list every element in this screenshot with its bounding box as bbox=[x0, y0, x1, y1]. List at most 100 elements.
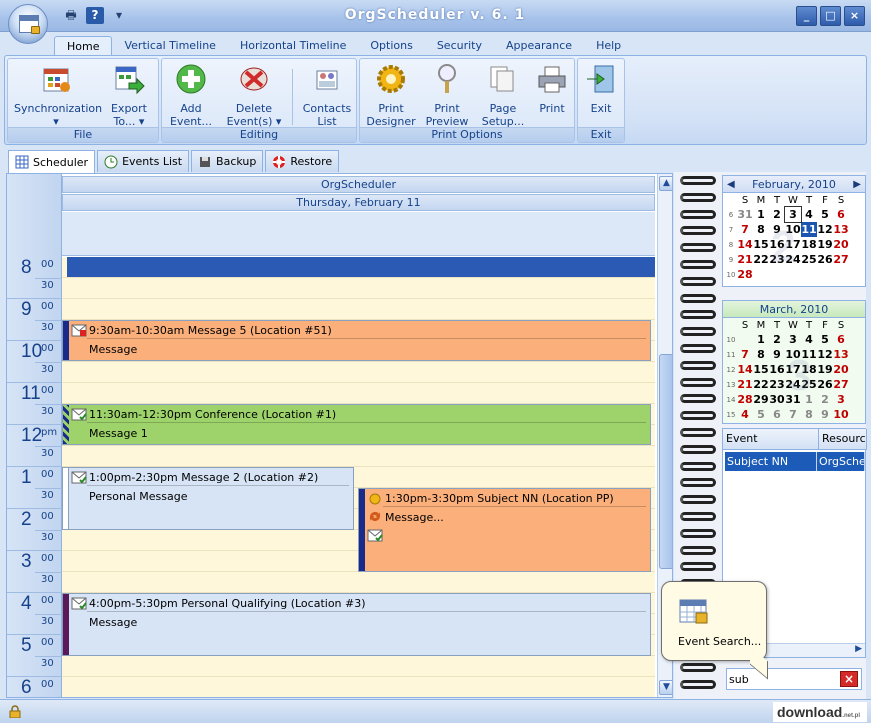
event-conference[interactable]: 11:30am-12:30pm Conference (Location #1)… bbox=[62, 404, 651, 445]
next-month-icon[interactable]: ▶ bbox=[853, 176, 861, 193]
day-cell[interactable]: 4 bbox=[801, 207, 817, 222]
day-cell[interactable]: 1 bbox=[753, 332, 769, 347]
clear-search-button[interactable]: × bbox=[840, 671, 858, 687]
day-cell[interactable]: 26 bbox=[817, 252, 833, 267]
scroll-thumb[interactable] bbox=[659, 354, 672, 569]
selected-time-slot[interactable] bbox=[67, 257, 655, 277]
ribbon-tab-vertical-timeline[interactable]: Vertical Timeline bbox=[112, 36, 227, 56]
day-cell[interactable]: 14 bbox=[737, 237, 753, 252]
print-designer-button[interactable]: Print Designer bbox=[364, 63, 418, 128]
minimize-button[interactable]: _ bbox=[796, 6, 817, 26]
day-cell[interactable]: 23 bbox=[769, 377, 785, 392]
ribbon-tab-horizontal-timeline[interactable]: Horizontal Timeline bbox=[228, 36, 358, 56]
day-cell[interactable]: 27 bbox=[833, 252, 849, 267]
day-cell[interactable]: 7 bbox=[737, 347, 753, 362]
day-cell[interactable]: 10 bbox=[833, 407, 849, 422]
day-cell[interactable]: 2 bbox=[769, 332, 785, 347]
day-cell[interactable]: 14 bbox=[737, 362, 753, 377]
page-setup-button[interactable]: Page Setup... bbox=[478, 63, 528, 128]
day-cell[interactable]: 16 bbox=[769, 362, 785, 377]
mini-calendar-february[interactable]: ◀ February, 2010 ▶ 2 S M T W T F S 6 31 1 2 3 4 5 6 7 7 8… bbox=[722, 175, 866, 287]
tab-events-list[interactable]: Events List bbox=[97, 150, 190, 172]
day-cell[interactable]: 3 bbox=[784, 206, 802, 223]
day-cell[interactable]: 8 bbox=[753, 347, 769, 362]
day-cell[interactable]: 6 bbox=[769, 407, 785, 422]
day-cell[interactable]: 7 bbox=[737, 222, 753, 237]
tab-restore[interactable]: Restore bbox=[265, 150, 340, 172]
synchronization-button[interactable]: Synchronization ▾ bbox=[14, 63, 102, 128]
day-cell[interactable]: 2 bbox=[817, 392, 833, 407]
day-cell[interactable]: 19 bbox=[817, 362, 833, 377]
add-event-button[interactable]: Add Event... bbox=[166, 63, 216, 128]
day-cell[interactable]: 12 bbox=[817, 222, 833, 237]
prev-month-icon[interactable]: ◀ bbox=[727, 176, 735, 193]
day-cell[interactable]: 12 bbox=[817, 347, 833, 362]
day-cell[interactable]: 3 bbox=[785, 332, 801, 347]
tab-backup[interactable]: Backup bbox=[191, 150, 264, 172]
day-cell[interactable]: 21 bbox=[737, 377, 753, 392]
day-cell[interactable]: 1 bbox=[753, 207, 769, 222]
day-cell[interactable]: 13 bbox=[833, 222, 849, 237]
day-cell[interactable]: 25 bbox=[801, 252, 817, 267]
export-button[interactable]: Export To... ▾ bbox=[102, 63, 156, 128]
day-cell[interactable]: 20 bbox=[833, 237, 849, 252]
day-cell[interactable]: 3 bbox=[833, 392, 849, 407]
maximize-button[interactable]: □ bbox=[820, 6, 841, 26]
customize-qat-icon[interactable]: ▾ bbox=[110, 7, 128, 24]
scroll-up-button[interactable]: ▲ bbox=[659, 176, 672, 191]
day-cell[interactable]: 7 bbox=[785, 407, 801, 422]
event-personal-qualifying[interactable]: 4:00pm-5:30pm Personal Qualifying (Locat… bbox=[62, 593, 651, 656]
column-header-resource[interactable]: Resource bbox=[819, 429, 867, 449]
day-cell[interactable]: 5 bbox=[817, 332, 833, 347]
ribbon-tab-help[interactable]: Help bbox=[584, 36, 633, 56]
day-cell[interactable] bbox=[753, 267, 769, 282]
day-cell[interactable]: 6 bbox=[833, 332, 849, 347]
column-header-event[interactable]: Event bbox=[723, 429, 819, 449]
day-cell[interactable]: 26 bbox=[817, 377, 833, 392]
scroll-down-button[interactable]: ▼ bbox=[659, 680, 672, 695]
help-icon[interactable]: ? bbox=[86, 7, 104, 24]
ribbon-tab-security[interactable]: Security bbox=[425, 36, 494, 56]
ribbon-tab-appearance[interactable]: Appearance bbox=[494, 36, 584, 56]
table-row[interactable]: Subject NN OrgScheduler bbox=[725, 452, 865, 471]
event-subject-nn[interactable]: 1:30pm-3:30pm Subject NN (Location PP) M… bbox=[358, 488, 651, 572]
app-menu-button[interactable] bbox=[8, 4, 48, 44]
date-header[interactable]: Thursday, February 11 bbox=[62, 194, 655, 211]
day-cell[interactable]: 31 bbox=[737, 207, 753, 222]
day-cell[interactable] bbox=[801, 267, 817, 282]
day-cell[interactable]: 8 bbox=[801, 407, 817, 422]
all-day-area[interactable] bbox=[62, 212, 655, 256]
day-cell[interactable]: 15 bbox=[753, 362, 769, 377]
ribbon-tab-home[interactable]: Home bbox=[54, 36, 113, 56]
day-cell[interactable]: 11 bbox=[801, 222, 817, 237]
day-cell[interactable] bbox=[817, 267, 833, 282]
day-cell[interactable]: 13 bbox=[833, 347, 849, 362]
day-cell[interactable]: 19 bbox=[817, 237, 833, 252]
day-cell[interactable]: 27 bbox=[833, 377, 849, 392]
day-cell[interactable]: 4 bbox=[801, 332, 817, 347]
day-cell[interactable] bbox=[737, 332, 753, 347]
scroll-right-icon[interactable]: ▶ bbox=[855, 644, 862, 654]
print-preview-button[interactable]: Print Preview bbox=[422, 63, 472, 128]
delete-events-button[interactable]: Delete Event(s) ▾ bbox=[224, 63, 284, 128]
day-cell[interactable]: 5 bbox=[817, 207, 833, 222]
day-cell[interactable]: 6 bbox=[833, 207, 849, 222]
day-cell[interactable]: 8 bbox=[753, 222, 769, 237]
day-cell[interactable]: 2 bbox=[769, 207, 785, 222]
day-cell[interactable] bbox=[833, 267, 849, 282]
event-message-5[interactable]: 9:30am-10:30am Message 5 (Location #51) … bbox=[62, 320, 651, 361]
tab-scheduler[interactable]: Scheduler bbox=[8, 150, 96, 173]
day-cell[interactable]: 20 bbox=[833, 362, 849, 377]
day-cell[interactable]: 4 bbox=[737, 407, 753, 422]
day-cell[interactable]: 18 bbox=[801, 237, 817, 252]
day-cell[interactable]: 28 bbox=[737, 392, 753, 407]
day-cell[interactable]: 22 bbox=[753, 377, 769, 392]
day-cell[interactable]: 21 bbox=[737, 252, 753, 267]
print-button[interactable]: Print bbox=[532, 63, 572, 115]
day-cell[interactable]: 9 bbox=[817, 407, 833, 422]
day-cell[interactable]: 9 bbox=[769, 347, 785, 362]
day-cell[interactable]: 15 bbox=[753, 237, 769, 252]
contacts-list-button[interactable]: Contacts List bbox=[300, 63, 354, 128]
close-button[interactable]: × bbox=[844, 6, 865, 26]
day-cell[interactable]: 29 bbox=[753, 392, 769, 407]
